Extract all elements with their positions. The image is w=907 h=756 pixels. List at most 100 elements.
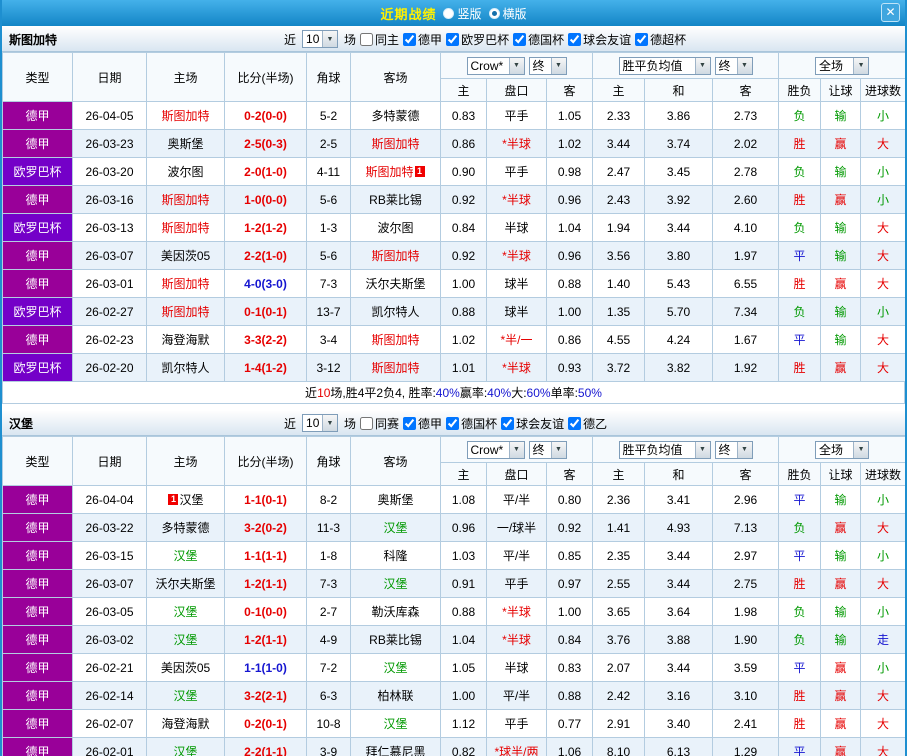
handicap-home-odds-cell: 0.92: [441, 186, 487, 214]
league-cell: 德甲: [3, 186, 73, 214]
chevron-down-icon: ▼: [322, 415, 337, 431]
checkbox-input[interactable]: [360, 417, 373, 430]
odds-source-select[interactable]: Crow*▼: [467, 57, 525, 75]
filter-checkbox-3[interactable]: 德国杯: [513, 31, 564, 48]
checkbox-label: 同赛: [375, 415, 399, 432]
handicap-home-odds-cell: 1.00: [441, 270, 487, 298]
checkbox-input[interactable]: [360, 33, 373, 46]
result-handicap-cell: 赢: [821, 186, 861, 214]
column-subheader: 胜负: [779, 463, 821, 486]
scope-select[interactable]: 全场▼: [815, 441, 869, 459]
result-handicap-cell: 赢: [821, 354, 861, 382]
layout-radio-vertical[interactable]: 竖版: [443, 5, 481, 22]
layout-radio-horizontal[interactable]: 横版: [489, 5, 527, 22]
away-team-cell: 斯图加特: [351, 242, 441, 270]
result-goals-cell: 大: [861, 710, 906, 738]
result-handicap-cell: 输: [821, 626, 861, 654]
checkbox-input[interactable]: [501, 417, 514, 430]
odds-time-select[interactable]: 终▼: [529, 441, 567, 459]
corner-cell: 13-7: [307, 298, 351, 326]
europe-odds-select[interactable]: 胜平负均值▼: [619, 441, 711, 459]
league-cell: 德甲: [3, 270, 73, 298]
chevron-down-icon: ▼: [695, 442, 710, 458]
match-count-select[interactable]: 10▼: [302, 30, 338, 48]
odds-time-select[interactable]: 终▼: [529, 57, 567, 75]
match-count-select[interactable]: 10▼: [302, 414, 338, 432]
filter-checkbox-0[interactable]: 同主: [360, 31, 399, 48]
score-cell: 1-2(1-2): [225, 214, 307, 242]
checkbox-input[interactable]: [568, 417, 581, 430]
team-name: 汉堡: [9, 415, 284, 432]
result-goals-cell: 大: [861, 214, 906, 242]
result-goals-cell: 大: [861, 682, 906, 710]
team-name-text: 汉堡: [383, 661, 407, 675]
odds-away-cell: 2.75: [713, 570, 779, 598]
filter-checkbox-4[interactable]: 德乙: [568, 415, 607, 432]
date-cell: 26-04-04: [73, 486, 147, 514]
handicap-away-odds-cell: 0.88: [547, 682, 593, 710]
corner-cell: 4-9: [307, 626, 351, 654]
result-handicap-cell: 输: [821, 486, 861, 514]
chevron-down-icon: ▼: [322, 31, 337, 47]
radio-vertical-label: 竖版: [457, 5, 481, 22]
europe-time-select[interactable]: 终▼: [715, 441, 753, 459]
handicap-line-cell: *半球: [487, 598, 547, 626]
match-row: 德甲26-03-16斯图加特1-0(0-0)5-6RB莱比锡0.92*半球0.9…: [3, 186, 906, 214]
handicap-line-cell: 平手: [487, 710, 547, 738]
handicap-line-cell: 半球: [487, 214, 547, 242]
result-wdl-cell: 胜: [779, 682, 821, 710]
filter-checkbox-2[interactable]: 德国杯: [446, 415, 497, 432]
column-subheader: 进球数: [861, 463, 906, 486]
europe-odds-select[interactable]: 胜平负均值▼: [619, 57, 711, 75]
filter-checkbox-1[interactable]: 德甲: [403, 415, 442, 432]
filter-checkbox-3[interactable]: 球会友谊: [501, 415, 564, 432]
checkbox-input[interactable]: [446, 417, 459, 430]
checkbox-input[interactable]: [568, 33, 581, 46]
odds-source-select[interactable]: Crow*▼: [467, 441, 525, 459]
date-cell: 26-02-21: [73, 654, 147, 682]
column-subheader: 主: [593, 463, 645, 486]
europe-time-select[interactable]: 终▼: [715, 57, 753, 75]
filter-games-label: 场: [344, 31, 356, 48]
popup-title: 近期战绩: [380, 4, 436, 23]
chevron-down-icon: ▼: [737, 442, 752, 458]
column-header: 客场: [351, 53, 441, 102]
column-subheader: 客: [547, 463, 593, 486]
checkbox-input[interactable]: [446, 33, 459, 46]
checkbox-input[interactable]: [403, 417, 416, 430]
odds-draw-cell: 4.24: [645, 326, 713, 354]
result-wdl-cell: 胜: [779, 270, 821, 298]
filter-checkbox-4[interactable]: 球会友谊: [568, 31, 631, 48]
checkbox-input[interactable]: [513, 33, 526, 46]
handicap-home-odds-cell: 0.91: [441, 570, 487, 598]
team-name-text: 海登海默: [161, 333, 209, 347]
result-wdl-cell: 负: [779, 626, 821, 654]
match-count-select-value: 10: [303, 32, 322, 46]
filter-checkbox-0[interactable]: 同赛: [360, 415, 399, 432]
filter-checkbox-2[interactable]: 欧罗巴杯: [446, 31, 509, 48]
chevron-down-icon: ▼: [853, 58, 868, 74]
checkbox-input[interactable]: [635, 33, 648, 46]
away-team-cell: 科隆: [351, 542, 441, 570]
close-icon[interactable]: ✕: [881, 3, 900, 22]
match-row: 德甲26-03-23奥斯堡2-5(0-3)2-5斯图加特0.86*半球1.023…: [3, 130, 906, 158]
match-row: 欧罗巴杯26-03-20波尔图2-0(1-0)4-11斯图加特10.90平手0.…: [3, 158, 906, 186]
score-cell: 3-2(0-2): [225, 514, 307, 542]
corner-cell: 2-5: [307, 130, 351, 158]
league-cell: 欧罗巴杯: [3, 298, 73, 326]
score-cell: 0-2(0-0): [225, 102, 307, 130]
corner-cell: 3-12: [307, 354, 351, 382]
scope-select[interactable]: 全场▼: [815, 57, 869, 75]
handicap-away-odds-cell: 1.00: [547, 298, 593, 326]
odds-away-cell: 2.78: [713, 158, 779, 186]
date-cell: 26-02-14: [73, 682, 147, 710]
europe-odds-group-header: 胜平负均值▼终▼: [593, 437, 779, 463]
corner-cell: 5-6: [307, 242, 351, 270]
checkbox-input[interactable]: [403, 33, 416, 46]
checkbox-label: 球会友谊: [516, 415, 564, 432]
filter-checkbox-5[interactable]: 德超杯: [635, 31, 686, 48]
team-name-text: 凯尔特人: [161, 361, 209, 375]
odds-away-cell: 1.29: [713, 738, 779, 756]
home-team-cell: 斯图加特: [147, 102, 225, 130]
filter-checkbox-1[interactable]: 德甲: [403, 31, 442, 48]
